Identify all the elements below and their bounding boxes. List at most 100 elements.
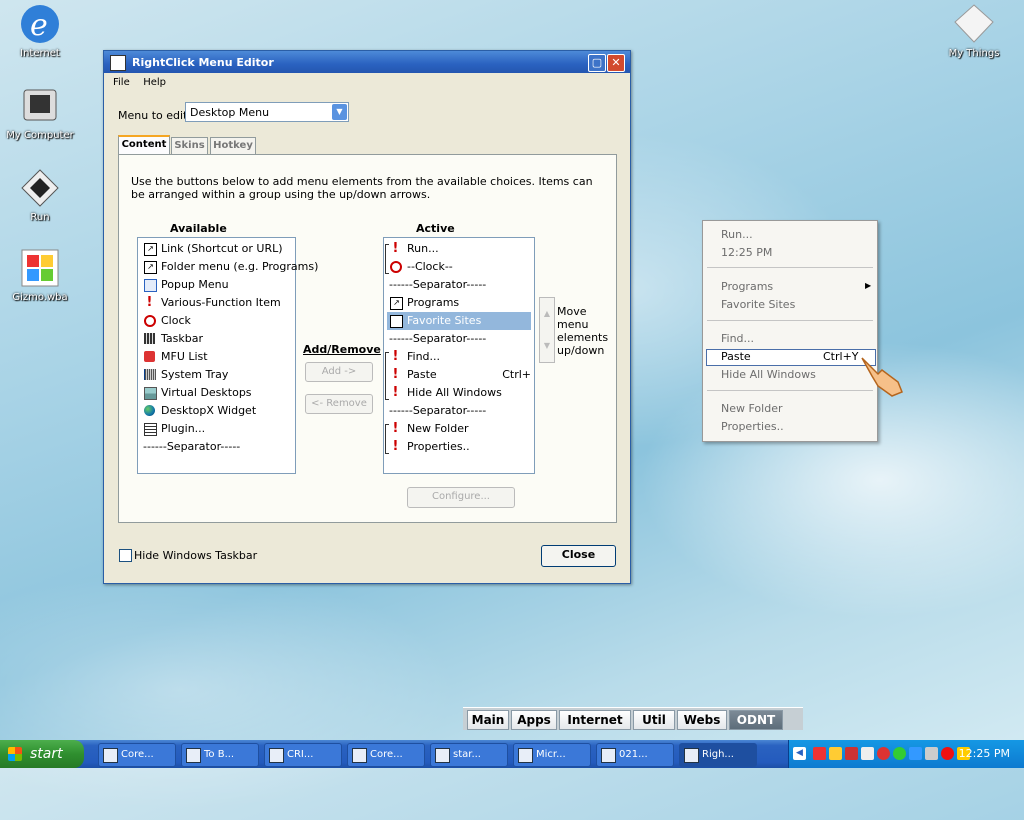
close-window-button[interactable]: ✕ (607, 54, 625, 72)
list-item[interactable]: System Tray (141, 366, 291, 384)
list-item-label: Virtual Desktops (161, 386, 252, 399)
dock-tab-apps[interactable]: Apps (511, 710, 557, 730)
tray-app-icon[interactable] (877, 747, 890, 760)
system-tray-icon (144, 369, 156, 380)
menu-file[interactable]: File (113, 77, 130, 88)
maximize-button[interactable]: ▢ (588, 54, 606, 72)
exclamation-icon: ! (392, 385, 399, 400)
tray-app-icon[interactable] (909, 747, 922, 760)
desktop-icon-my-computer[interactable]: My Computer (0, 84, 80, 141)
exclamation-icon: ! (392, 439, 399, 454)
tray-app-icon[interactable] (813, 747, 826, 760)
tab-hotkey[interactable]: Hotkey (210, 137, 256, 154)
tray-app-icon[interactable] (861, 747, 874, 760)
taskbar-button[interactable]: Core... (98, 743, 176, 767)
desktop-icon-internet[interactable]: e Internet (0, 2, 80, 59)
taskbar-button[interactable]: Micr... (513, 743, 591, 767)
tray-app-icon[interactable] (925, 747, 938, 760)
tray-arrow-icon[interactable]: ◀ (793, 747, 806, 760)
list-item[interactable]: ! Properties.. (387, 438, 531, 456)
configure-button[interactable]: Configure... (407, 487, 515, 508)
taskbar-button-label: Micr... (536, 749, 566, 760)
menu-help[interactable]: Help (143, 77, 166, 88)
remove-button[interactable]: <- Remove (305, 394, 373, 414)
object-dock: Main Apps Internet Util Webs ODNT (463, 707, 803, 730)
taskbar-button[interactable]: CRI... (264, 743, 342, 767)
move-down-button[interactable]: ▼ (540, 330, 554, 362)
tray-app-icon[interactable] (845, 747, 858, 760)
tray-app-icon[interactable] (893, 747, 906, 760)
close-button[interactable]: Close (541, 545, 616, 567)
group-bracket (385, 424, 389, 454)
context-menu-preview: Run... 12:25 PM Programs ▶ Favorite Site… (702, 220, 878, 442)
list-item[interactable]: MFU List (141, 348, 291, 366)
list-item[interactable]: ! Find... (387, 348, 531, 366)
ctx-item-properties[interactable]: Properties.. (721, 420, 784, 433)
taskbar-button[interactable]: To B... (181, 743, 259, 767)
menu-to-edit-select[interactable]: Desktop Menu ▼ (185, 102, 349, 122)
taskbar-clock[interactable]: 12:25 PM (959, 747, 1010, 760)
list-item[interactable]: --Clock-- (387, 258, 531, 276)
dock-tab-internet[interactable]: Internet (559, 710, 631, 730)
taskbar-button[interactable]: Righ... (679, 743, 757, 767)
dock-tab-odnt[interactable]: ODNT (729, 710, 783, 730)
ctx-item-programs[interactable]: Programs (721, 280, 773, 293)
list-item[interactable]: Plugin... (141, 420, 291, 438)
move-up-button[interactable]: ▲ (540, 298, 554, 330)
exclamation-icon: ! (392, 421, 399, 436)
taskbar-button[interactable]: Core... (347, 743, 425, 767)
dock-tab-util[interactable]: Util (633, 710, 675, 730)
list-item[interactable]: Popup Menu (141, 276, 291, 294)
list-item[interactable]: ↗ Folder menu (e.g. Programs) (141, 258, 318, 276)
menu-bar: File Help (104, 73, 630, 91)
clock-icon (144, 315, 156, 327)
dock-tab-webs[interactable]: Webs (677, 710, 727, 730)
ctx-item-paste[interactable]: Paste (721, 350, 751, 363)
ctx-item-new-folder[interactable]: New Folder (721, 402, 782, 415)
available-list[interactable]: ↗ Link (Shortcut or URL) ↗ Folder menu (e.g… (137, 237, 318, 474)
list-item[interactable]: ↗ Favorite Sites (387, 312, 531, 330)
list-item[interactable]: ↗ Programs (387, 294, 531, 312)
list-item[interactable]: Clock (141, 312, 291, 330)
desktop-icon-label: Internet (20, 48, 60, 59)
tray-clock-icon[interactable] (829, 747, 842, 760)
desktop-icon-run[interactable]: Run (0, 166, 80, 223)
chevron-down-icon[interactable]: ▼ (332, 104, 347, 120)
ctx-item-find[interactable]: Find... (721, 332, 754, 345)
list-item-label: ------Separator----- (143, 440, 241, 453)
link-icon: ↗ (144, 243, 157, 256)
list-item[interactable]: ! Paste Ctrl+ (387, 366, 531, 384)
list-item[interactable]: ! New Folder (387, 420, 531, 438)
list-item[interactable]: ------Separator----- (387, 402, 531, 420)
link-icon: ↗ (390, 315, 403, 328)
window-titlebar[interactable]: RightClick Menu Editor ▢ ✕ (104, 51, 630, 73)
list-item[interactable]: DesktopX Widget (141, 402, 291, 420)
tab-skins[interactable]: Skins (171, 137, 208, 154)
internet-explorer-icon: e (18, 2, 62, 46)
hide-taskbar-checkbox[interactable] (119, 549, 132, 562)
list-item[interactable]: ------Separator----- (387, 276, 531, 294)
start-button[interactable]: start (0, 740, 84, 768)
list-item[interactable]: ! Various-Function Item (141, 294, 291, 312)
active-list[interactable]: ! Run... --Clock-- ------Separator----- ↗ Pro… (383, 237, 535, 474)
taskbar-button[interactable]: 021... (596, 743, 674, 767)
list-item[interactable]: ------Separator----- (141, 438, 291, 456)
content-panel: Use the buttons below to add menu elemen… (118, 154, 617, 523)
list-item[interactable]: Virtual Desktops (141, 384, 291, 402)
tab-content[interactable]: Content (118, 135, 170, 156)
ctx-item-favorite-sites[interactable]: Favorite Sites (721, 298, 795, 311)
ctx-item-run[interactable]: Run... (721, 228, 753, 241)
desktop-icon-my-things[interactable]: My Things (934, 2, 1014, 59)
desktop-icon-gizmo[interactable]: Gizmo.wba (0, 246, 80, 303)
tray-ati-icon[interactable] (941, 747, 954, 760)
ctx-item-hide-all[interactable]: Hide All Windows (721, 368, 816, 381)
list-item[interactable]: ------Separator----- (387, 330, 531, 348)
list-item[interactable]: ! Run... (387, 240, 531, 258)
taskbar-button[interactable]: star... (430, 743, 508, 767)
dock-tab-main[interactable]: Main (467, 710, 509, 730)
list-item[interactable]: Taskbar (141, 330, 291, 348)
list-item[interactable]: ! Hide All Windows (387, 384, 531, 402)
add-button[interactable]: Add -> (305, 362, 373, 382)
list-item-label: Clock (161, 314, 191, 327)
list-item[interactable]: ↗ Link (Shortcut or URL) (141, 240, 291, 258)
